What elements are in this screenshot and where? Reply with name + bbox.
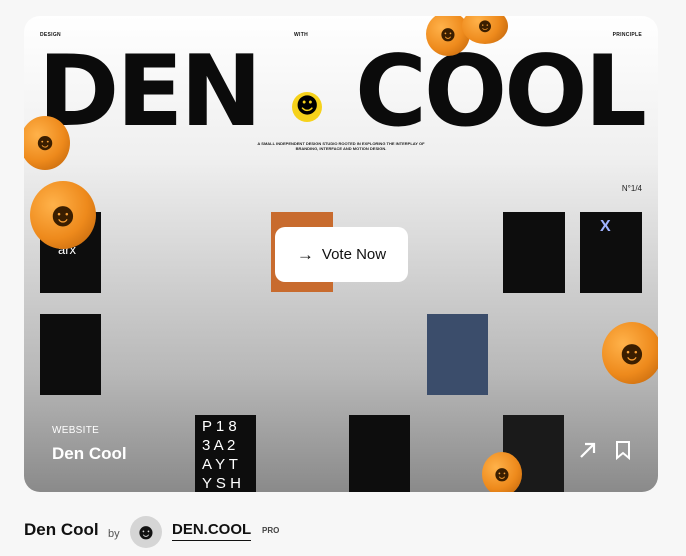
- grid-letters-row-4: Y S H: [202, 475, 241, 492]
- headline: DEN ☻ COOL: [38, 32, 647, 152]
- arrow-up-right-icon[interactable]: [578, 440, 598, 466]
- bookmark-icon[interactable]: [614, 440, 632, 466]
- vote-now-label: Vote Now: [321, 246, 387, 263]
- preview-tile-grid: [40, 314, 101, 395]
- grid-letters-row-3: A Y T: [202, 456, 238, 473]
- card-title: Den Cool: [52, 444, 127, 463]
- headline-right: COOL: [355, 35, 647, 149]
- author-avatar[interactable]: ☻: [130, 516, 162, 548]
- category-label: WEBSITE: [52, 425, 100, 436]
- preview-tile-letters: P 1 8 3 A 2 A Y T Y S H: [195, 415, 256, 492]
- vote-now-button[interactable]: → Vote Now: [275, 227, 408, 282]
- site-card[interactable]: DESIGN WITH PRINCIPLE DEN ☻ COOL A SMALL…: [24, 16, 658, 492]
- balloon-smiley-icon: ☻: [30, 181, 96, 249]
- preview-tile-x: X: [580, 212, 642, 293]
- headline-left: DEN: [38, 35, 262, 149]
- balloon-smiley-icon: ☻: [24, 116, 70, 170]
- x-badge-icon: X: [600, 218, 611, 235]
- preview-tile-product: [503, 212, 565, 293]
- smiley-icon: ☻: [292, 92, 323, 122]
- preview-tile-desktop: [349, 415, 410, 492]
- author-link[interactable]: DEN.COOL: [172, 521, 252, 541]
- preview-tile-mobile: [427, 314, 488, 395]
- arrow-right-icon: →: [296, 244, 314, 264]
- grid-letters-row-2: 3 A 2: [202, 437, 236, 454]
- grid-letters-row-1: P 1 8: [202, 418, 237, 435]
- balloon-smiley-icon: ☻: [602, 322, 658, 384]
- pro-badge: PRO: [262, 526, 280, 535]
- tagline: A SMALL INDEPENDENT DESIGN STUDIO ROOTED…: [257, 141, 425, 151]
- balloon-smiley-icon: ☻: [482, 452, 522, 492]
- slide-counter: N°1/4: [621, 184, 642, 193]
- by-label: by: [108, 528, 120, 540]
- footer-site-title[interactable]: Den Cool: [24, 520, 99, 540]
